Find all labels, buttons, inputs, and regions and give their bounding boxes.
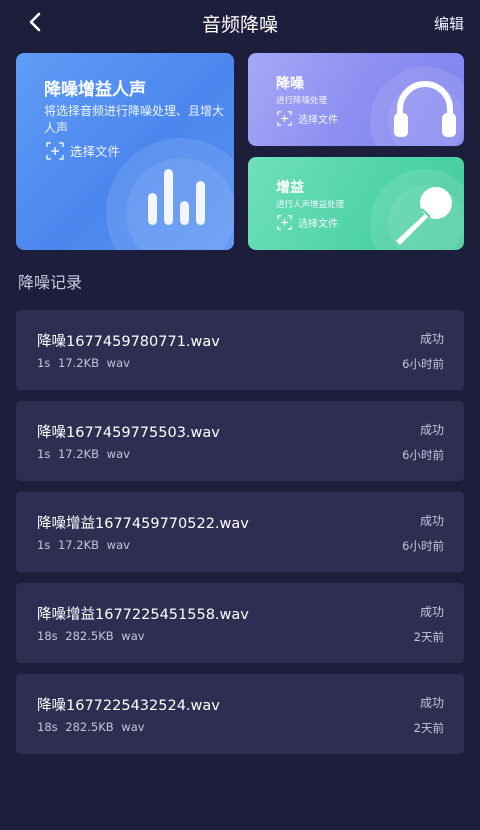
record-time: 2天前 (413, 721, 444, 735)
add-file-icon (277, 111, 292, 126)
record-size: 282.5KB (65, 629, 114, 643)
add-file-icon (46, 141, 64, 160)
enhance-voice-title: 降噪增益人声 (44, 80, 146, 100)
gain-title: 增益 (276, 180, 304, 196)
record-time: 6小时前 (402, 448, 444, 462)
denoise-select-file-label: 选择文件 (298, 115, 338, 126)
enhance-voice-description: 将选择音频进行降噪处理、且增大人声 (44, 104, 225, 135)
record-duration: 18s (37, 720, 58, 734)
record-format: wav (106, 356, 130, 370)
edit-button[interactable]: 编辑 (434, 13, 464, 34)
record-status: 成功 (419, 332, 444, 346)
record-time: 6小时前 (402, 539, 444, 553)
record-size: 282.5KB (65, 720, 114, 734)
record-format: wav (121, 629, 145, 643)
gain-select-file-label: 选择文件 (298, 219, 338, 230)
record-meta: 18s 282.5KB wav (37, 720, 145, 734)
add-file-icon (277, 215, 292, 230)
list-item[interactable]: 降噪增益1677459770522.wav 1s 17.2KB wav 成功 6… (16, 492, 464, 572)
record-meta: 1s 17.2KB wav (37, 356, 130, 370)
record-format: wav (121, 720, 145, 734)
denoise-title: 降噪 (276, 76, 304, 92)
headphones-icon (394, 81, 456, 137)
record-name: 降噪1677225432524.wav (37, 698, 220, 714)
record-name: 降噪增益1677225451558.wav (37, 607, 249, 623)
denoise-description: 进行降噪处理 (276, 96, 328, 106)
denoise-select-file-button[interactable]: 选择文件 (277, 111, 338, 126)
record-duration: 1s (37, 356, 51, 370)
enhance-voice-card[interactable]: 降噪增益人声 将选择音频进行降噪处理、且增大人声 选择文件 (16, 53, 234, 250)
record-duration: 1s (37, 538, 51, 552)
record-status: 成功 (419, 423, 444, 437)
record-format: wav (106, 447, 130, 461)
list-item[interactable]: 降噪1677225432524.wav 18s 282.5KB wav 成功 2… (16, 674, 464, 754)
app-header: 音频降噪 编辑 (0, 0, 480, 44)
equalizer-bars-icon (148, 169, 205, 225)
record-size: 17.2KB (57, 356, 100, 370)
gain-select-file-button[interactable]: 选择文件 (277, 215, 338, 230)
record-size: 17.2KB (57, 538, 100, 552)
record-time: 2天前 (413, 630, 444, 644)
record-size: 17.2KB (57, 447, 100, 461)
enhance-voice-select-file-label: 选择文件 (70, 144, 121, 159)
record-status: 成功 (419, 605, 444, 619)
record-name: 降噪增益1677459770522.wav (37, 516, 249, 532)
denoise-card[interactable]: 降噪 进行降噪处理 选择文件 (248, 53, 464, 146)
page-title: 音频降噪 (201, 14, 278, 36)
record-meta: 18s 282.5KB wav (37, 629, 145, 643)
record-duration: 18s (37, 629, 58, 643)
list-item[interactable]: 降噪1677459780771.wav 1s 17.2KB wav 成功 6小时… (16, 310, 464, 390)
enhance-voice-select-file-button[interactable]: 选择文件 (46, 141, 120, 160)
record-time: 6小时前 (402, 357, 444, 371)
record-name: 降噪1677459775503.wav (37, 425, 220, 441)
list-item[interactable]: 降噪增益1677225451558.wav 18s 282.5KB wav 成功… (16, 583, 464, 663)
gain-description: 进行人声增益处理 (276, 200, 345, 210)
microphone-icon (396, 187, 452, 245)
record-status: 成功 (419, 514, 444, 528)
record-format: wav (106, 538, 130, 552)
list-item[interactable]: 降噪1677459775503.wav 1s 17.2KB wav 成功 6小时… (16, 401, 464, 481)
record-meta: 1s 17.2KB wav (37, 447, 130, 461)
record-duration: 1s (37, 447, 51, 461)
record-meta: 1s 17.2KB wav (37, 538, 130, 552)
gain-card[interactable]: 增益 进行人声增益处理 选择文件 (248, 157, 464, 250)
record-name: 降噪1677459780771.wav (37, 334, 220, 350)
section-title: 降噪记录 (18, 273, 83, 292)
record-status: 成功 (419, 696, 444, 710)
